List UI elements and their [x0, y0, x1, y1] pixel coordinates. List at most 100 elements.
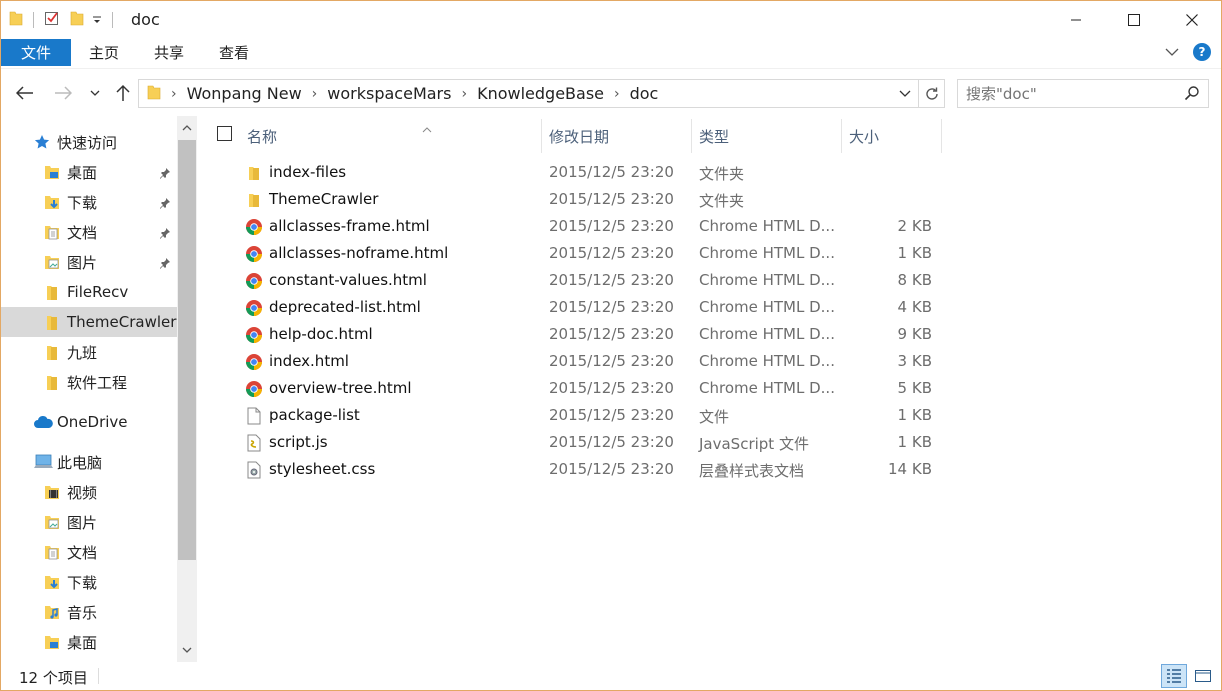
downloads-folder-icon	[44, 573, 60, 591]
tab-home[interactable]: 主页	[89, 39, 119, 66]
breadcrumb-chevron-icon[interactable]: ›	[312, 86, 318, 102]
sidebar-item-pc-pictures[interactable]: 图片	[1, 507, 177, 537]
file-row[interactable]: allclasses-noframe.html 2015/12/5 23:20 Ch…	[235, 240, 945, 267]
tab-file[interactable]: 文件	[1, 39, 71, 66]
file-row[interactable]: script.js 2015/12/5 23:20 JavaScript 文件 1 K…	[235, 429, 945, 456]
nav-scrollbar[interactable]	[177, 116, 197, 662]
breadcrumb-item[interactable]: Wonpang New	[187, 84, 302, 103]
file-row[interactable]: allclasses-frame.html 2015/12/5 23:20 Chro…	[235, 213, 945, 240]
sidebar-item-class9[interactable]: 九班	[1, 337, 177, 367]
address-history-chevron-icon[interactable]	[894, 80, 916, 107]
column-header-name[interactable]: 名称	[247, 119, 541, 153]
large-icons-view-button[interactable]	[1190, 664, 1216, 688]
navigation-pane: 快速访问 桌面 下载 文档 图片 FileRecv ThemeCrawler 九…	[1, 116, 197, 662]
file-type: 层叠样式表文档	[699, 462, 805, 480]
breadcrumb-chevron-icon[interactable]: ›	[461, 86, 467, 102]
breadcrumb-item[interactable]: workspaceMars	[327, 84, 451, 103]
file-name: package-list	[269, 406, 360, 424]
file-row[interactable]: deprecated-list.html 2015/12/5 23:20 Chrom…	[235, 294, 945, 321]
sidebar-item-pc-documents[interactable]: 文档	[1, 537, 177, 567]
column-divider[interactable]	[841, 119, 842, 153]
sidebar-item-downloads[interactable]: 下载	[1, 187, 177, 217]
pin-icon[interactable]	[159, 165, 171, 183]
folder-icon[interactable]	[9, 10, 23, 30]
sidebar-item-documents[interactable]: 文档	[1, 217, 177, 247]
back-button[interactable]	[13, 81, 37, 105]
file-row[interactable]: constant-values.html 2015/12/5 23:20 Chrom…	[235, 267, 945, 294]
select-all-checkbox[interactable]	[217, 126, 232, 141]
status-bar: 12 个项目	[1, 662, 1221, 690]
scrollbar-thumb[interactable]	[178, 140, 196, 560]
breadcrumb-item[interactable]: KnowledgeBase	[477, 84, 604, 103]
downloads-folder-icon	[44, 193, 60, 211]
sidebar-item-filerecv[interactable]: FileRecv	[1, 277, 177, 307]
sidebar-item-desktop[interactable]: 桌面	[1, 157, 177, 187]
tab-view[interactable]: 查看	[219, 39, 249, 66]
pin-icon[interactable]	[159, 225, 171, 243]
address-bar[interactable]: › Wonpang New › workspaceMars › Knowledg…	[138, 79, 945, 108]
pin-icon[interactable]	[159, 195, 171, 213]
column-header-date[interactable]: 修改日期	[549, 119, 691, 153]
breadcrumb-chevron-icon[interactable]: ›	[614, 86, 620, 102]
column-header-size[interactable]: 大小	[849, 119, 941, 153]
file-date: 2015/12/5 23:20	[549, 406, 674, 424]
sidebar-item-themecrawler[interactable]: ThemeCrawler	[1, 307, 177, 337]
sidebar-item-pc-downloads[interactable]: 下载	[1, 567, 177, 597]
search-box[interactable]	[957, 79, 1209, 108]
refresh-icon[interactable]	[918, 80, 944, 107]
file-row[interactable]: index-files 2015/12/5 23:20 文件夹	[235, 159, 945, 186]
search-icon[interactable]	[1184, 85, 1200, 105]
nav-onedrive[interactable]: OneDrive	[1, 407, 177, 437]
file-row[interactable]: package-list 2015/12/5 23:20 文件 1 KB	[235, 402, 945, 429]
sidebar-item-software-engineering[interactable]: 软件工程	[1, 367, 177, 397]
sort-ascending-icon	[422, 119, 432, 137]
nav-label: 音乐	[67, 603, 98, 622]
close-button[interactable]	[1163, 1, 1221, 39]
recent-locations-chevron-icon[interactable]	[83, 81, 107, 105]
column-label: 名称	[247, 127, 278, 146]
search-input[interactable]	[966, 84, 1176, 103]
column-divider[interactable]	[541, 119, 542, 153]
breadcrumb-chevron-icon[interactable]: ›	[171, 86, 177, 102]
documents-folder-icon	[44, 543, 60, 561]
toolbar-separator	[33, 12, 34, 28]
maximize-button[interactable]	[1105, 1, 1163, 39]
properties-icon[interactable]	[44, 10, 60, 30]
window-title: doc	[131, 10, 160, 29]
scroll-down-chevron-icon[interactable]	[177, 640, 197, 660]
pin-icon[interactable]	[159, 255, 171, 273]
sidebar-item-pc-desktop[interactable]: 桌面	[1, 627, 177, 657]
nav-quick-access[interactable]: 快速访问	[1, 127, 177, 157]
sidebar-item-videos[interactable]: 视频	[1, 477, 177, 507]
file-row[interactable]: overview-tree.html 2015/12/5 23:20 Chrome …	[235, 375, 945, 402]
column-divider[interactable]	[941, 119, 942, 153]
file-row[interactable]: ThemeCrawler 2015/12/5 23:20 文件夹	[235, 186, 945, 213]
customize-toolbar-dropdown-icon[interactable]	[92, 11, 102, 29]
forward-button[interactable]	[51, 81, 75, 105]
file-row[interactable]: help-doc.html 2015/12/5 23:20 Chrome HTML …	[235, 321, 945, 348]
file-row[interactable]: index.html 2015/12/5 23:20 Chrome HTML D..…	[235, 348, 945, 375]
breadcrumb-item[interactable]: doc	[630, 84, 659, 103]
column-divider[interactable]	[691, 119, 692, 153]
file-name: ThemeCrawler	[269, 190, 379, 208]
column-header-type[interactable]: 类型	[699, 119, 841, 153]
file-row[interactable]: stylesheet.css 2015/12/5 23:20 层叠样式表文档 14 K…	[235, 456, 945, 483]
expand-ribbon-chevron-icon[interactable]	[1165, 43, 1179, 61]
sidebar-item-pictures[interactable]: 图片	[1, 247, 177, 277]
nav-label: 快速访问	[57, 133, 118, 152]
documents-folder-icon	[44, 223, 60, 241]
new-folder-icon[interactable]	[70, 10, 84, 30]
sidebar-item-music[interactable]: 音乐	[1, 597, 177, 627]
file-size: 1 KB	[897, 406, 932, 424]
file-name: allclasses-frame.html	[269, 217, 430, 235]
details-view-button[interactable]	[1161, 664, 1187, 688]
help-icon[interactable]: ?	[1193, 43, 1211, 61]
pictures-folder-icon	[44, 513, 60, 531]
folder-icon	[44, 343, 60, 361]
minimize-button[interactable]	[1047, 1, 1105, 39]
scroll-up-chevron-icon[interactable]	[177, 118, 197, 138]
tab-share[interactable]: 共享	[154, 39, 184, 66]
file-type: Chrome HTML D...	[699, 271, 835, 289]
up-button[interactable]	[111, 81, 135, 105]
nav-this-pc[interactable]: 此电脑	[1, 447, 177, 477]
